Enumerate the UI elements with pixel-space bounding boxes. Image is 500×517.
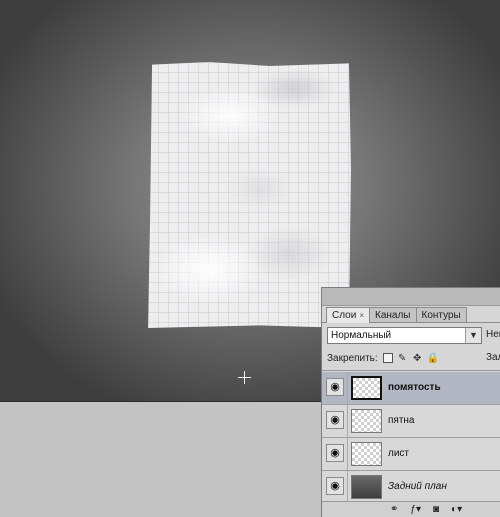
eye-icon[interactable]: ◉ xyxy=(326,477,344,495)
chevron-down-icon[interactable]: ▼ xyxy=(465,328,481,343)
eye-column-divider xyxy=(347,438,348,470)
eye-icon[interactable]: ◉ xyxy=(326,444,344,462)
layer-row-crumple[interactable]: ◉ помятость xyxy=(322,372,500,405)
fx-icon[interactable]: ƒ▾ xyxy=(410,503,421,517)
tab-paths-label: Контуры xyxy=(421,310,461,321)
tab-layers[interactable]: Слои × xyxy=(326,307,370,323)
eye-column-divider xyxy=(347,372,348,404)
padlock-icon[interactable]: 🔒 xyxy=(427,353,439,364)
checkerboard-lock-icon[interactable] xyxy=(382,353,393,363)
layers-bottom-toolbar: ⚭ ƒ▾ ◙ ◐▾ xyxy=(322,501,500,517)
close-icon[interactable]: × xyxy=(359,311,364,320)
mask-icon[interactable]: ◙ xyxy=(433,503,439,517)
lock-label: Закрепить: xyxy=(327,352,378,364)
brush-lock-icon[interactable]: ✎ xyxy=(397,353,408,364)
tab-layers-label: Слои xyxy=(332,310,357,321)
layer-name: Задний план xyxy=(388,481,447,492)
tab-channels[interactable]: Каналы xyxy=(369,307,417,323)
layer-row-stains[interactable]: ◉ пятна xyxy=(322,405,500,438)
eye-icon[interactable]: ◉ xyxy=(326,411,344,429)
layer-name: помятость xyxy=(388,382,441,393)
link-icon[interactable]: ⚭ xyxy=(390,503,398,517)
layers-list: ◉ помятость ◉ пятна ◉ лист ◉ Задний план xyxy=(322,372,500,504)
lock-divider xyxy=(322,370,500,371)
eye-icon[interactable]: ◉ xyxy=(326,378,344,396)
layer-row-background[interactable]: ◉ Задний план xyxy=(322,471,500,504)
layer-name: пятна xyxy=(388,415,415,426)
adjustment-icon[interactable]: ◐▾ xyxy=(451,503,462,517)
layer-thumbnail xyxy=(351,475,382,499)
layer-thumbnail xyxy=(351,376,382,400)
lock-row: Закрепить: ✎ ✥ 🔒 xyxy=(327,351,442,365)
layer-row-sheet[interactable]: ◉ лист xyxy=(322,438,500,471)
tab-paths[interactable]: Контуры xyxy=(415,307,467,323)
crosshair-cursor-icon xyxy=(238,371,251,384)
layer-thumbnail xyxy=(351,442,382,466)
layers-panel: Слои× Каналы Контуры Нормальный ▼ Непроз… xyxy=(321,287,500,517)
eye-column-divider xyxy=(347,405,348,437)
move-lock-icon[interactable]: ✥ xyxy=(412,353,423,364)
eye-column-divider xyxy=(347,471,348,503)
blend-mode-value: Нормальный xyxy=(331,330,392,341)
layer-name: лист xyxy=(388,448,410,459)
panel-title-bar[interactable] xyxy=(322,288,500,306)
panel-tabs: Слои × Каналы Контуры xyxy=(326,307,467,323)
layer-thumbnail xyxy=(351,409,382,433)
tab-channels-label: Каналы xyxy=(375,310,411,321)
fill-label: Заливка: xyxy=(486,352,500,363)
blend-mode-select[interactable]: Нормальный ▼ xyxy=(327,327,482,344)
opacity-label: Непрозр.: xyxy=(486,329,500,340)
